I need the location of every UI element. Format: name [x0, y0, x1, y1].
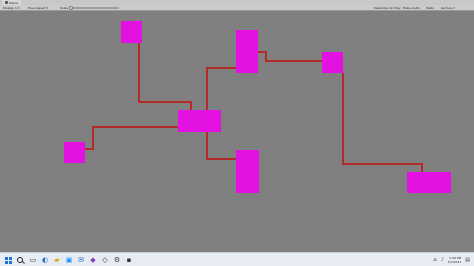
- node-bottom-mid[interactable]: [236, 150, 259, 193]
- maximize-label: Maximize On Play: [374, 6, 401, 10]
- node-top-left[interactable]: [121, 21, 142, 43]
- store-icon[interactable]: ▣: [65, 256, 73, 264]
- scale-slider[interactable]: [69, 6, 120, 10]
- volume-icon[interactable]: ♪: [441, 257, 444, 263]
- unity-icon[interactable]: ◇: [101, 256, 109, 264]
- windows-taskbar: ▭ ◐ ▰ ▣ ✉ ◆ ◇ ⚙ ▪ ⌂ ♪ 1:29 PM 5/7/2021 ▤: [0, 252, 474, 266]
- system-tray: ⌂ ♪ 1:29 PM 5/7/2021 ▤: [433, 254, 470, 266]
- game-viewport[interactable]: [0, 12, 474, 252]
- mail-icon[interactable]: ✉: [77, 256, 85, 264]
- gizmos-dropdown[interactable]: Gizmos ▾: [441, 6, 455, 10]
- task-view-icon[interactable]: ▭: [29, 256, 37, 264]
- node-center[interactable]: [178, 110, 221, 132]
- edge-center-to-top-mid: [206, 67, 238, 110]
- search-icon[interactable]: [16, 256, 24, 264]
- network-icon[interactable]: ⌂: [433, 257, 436, 263]
- edge-center-to-bottom-mid: [206, 132, 236, 160]
- aspect-label: Free Aspect: [28, 6, 46, 10]
- edge-browser-icon[interactable]: ◐: [41, 256, 49, 264]
- clock-date: 5/7/2021: [447, 260, 462, 264]
- file-explorer-icon[interactable]: ▰: [53, 256, 61, 264]
- display-label: Display 1: [3, 6, 17, 10]
- gizmos-label: Gizmos: [441, 6, 453, 10]
- settings-icon[interactable]: ⚙: [113, 256, 121, 264]
- node-bottom-right[interactable]: [407, 172, 451, 193]
- edge-top-right-to-bottom-right: [342, 73, 423, 172]
- tab-label: Game: [9, 0, 18, 5]
- scale-label: Scale: [60, 6, 69, 10]
- edge-left-to-center: [85, 126, 178, 150]
- game-window: Game Display 1 ▾ Free Aspect ▾ Scale Max…: [0, 0, 474, 266]
- scale-control: Scale: [60, 6, 120, 10]
- windows-start-icon[interactable]: [4, 256, 12, 264]
- terminal-icon[interactable]: ▪: [125, 256, 133, 264]
- scale-slider-handle[interactable]: [69, 6, 74, 10]
- aspect-dropdown[interactable]: Free Aspect ▾: [28, 6, 48, 10]
- stats-label: Stats: [426, 6, 434, 10]
- nodes: [64, 21, 451, 193]
- scene-canvas: [64, 21, 451, 193]
- node-left[interactable]: [64, 142, 85, 163]
- edge-top-left-to-center: [138, 43, 192, 110]
- chevron-down-icon: ▾: [46, 6, 49, 10]
- stats-toggle[interactable]: Stats: [426, 6, 434, 10]
- edge-top-mid-to-top-right: [258, 51, 322, 62]
- node-top-right[interactable]: [322, 52, 343, 73]
- notifications-icon[interactable]: ▤: [465, 257, 470, 263]
- game-toolbar: Display 1 ▾ Free Aspect ▾ Scale Maximize…: [0, 5, 474, 11]
- node-top-mid[interactable]: [236, 30, 258, 73]
- game-icon: [5, 1, 8, 4]
- chevron-down-icon: ▾: [17, 6, 20, 10]
- visual-studio-icon[interactable]: ◆: [89, 256, 97, 264]
- maximize-on-play-toggle[interactable]: Maximize On Play: [374, 6, 401, 10]
- display-dropdown[interactable]: Display 1 ▾: [3, 6, 19, 10]
- mute-audio-toggle[interactable]: Mute Audio: [403, 6, 420, 10]
- mute-label: Mute Audio: [403, 6, 420, 10]
- clock[interactable]: 1:29 PM 5/7/2021: [448, 256, 461, 264]
- chevron-down-icon: ▾: [453, 6, 455, 10]
